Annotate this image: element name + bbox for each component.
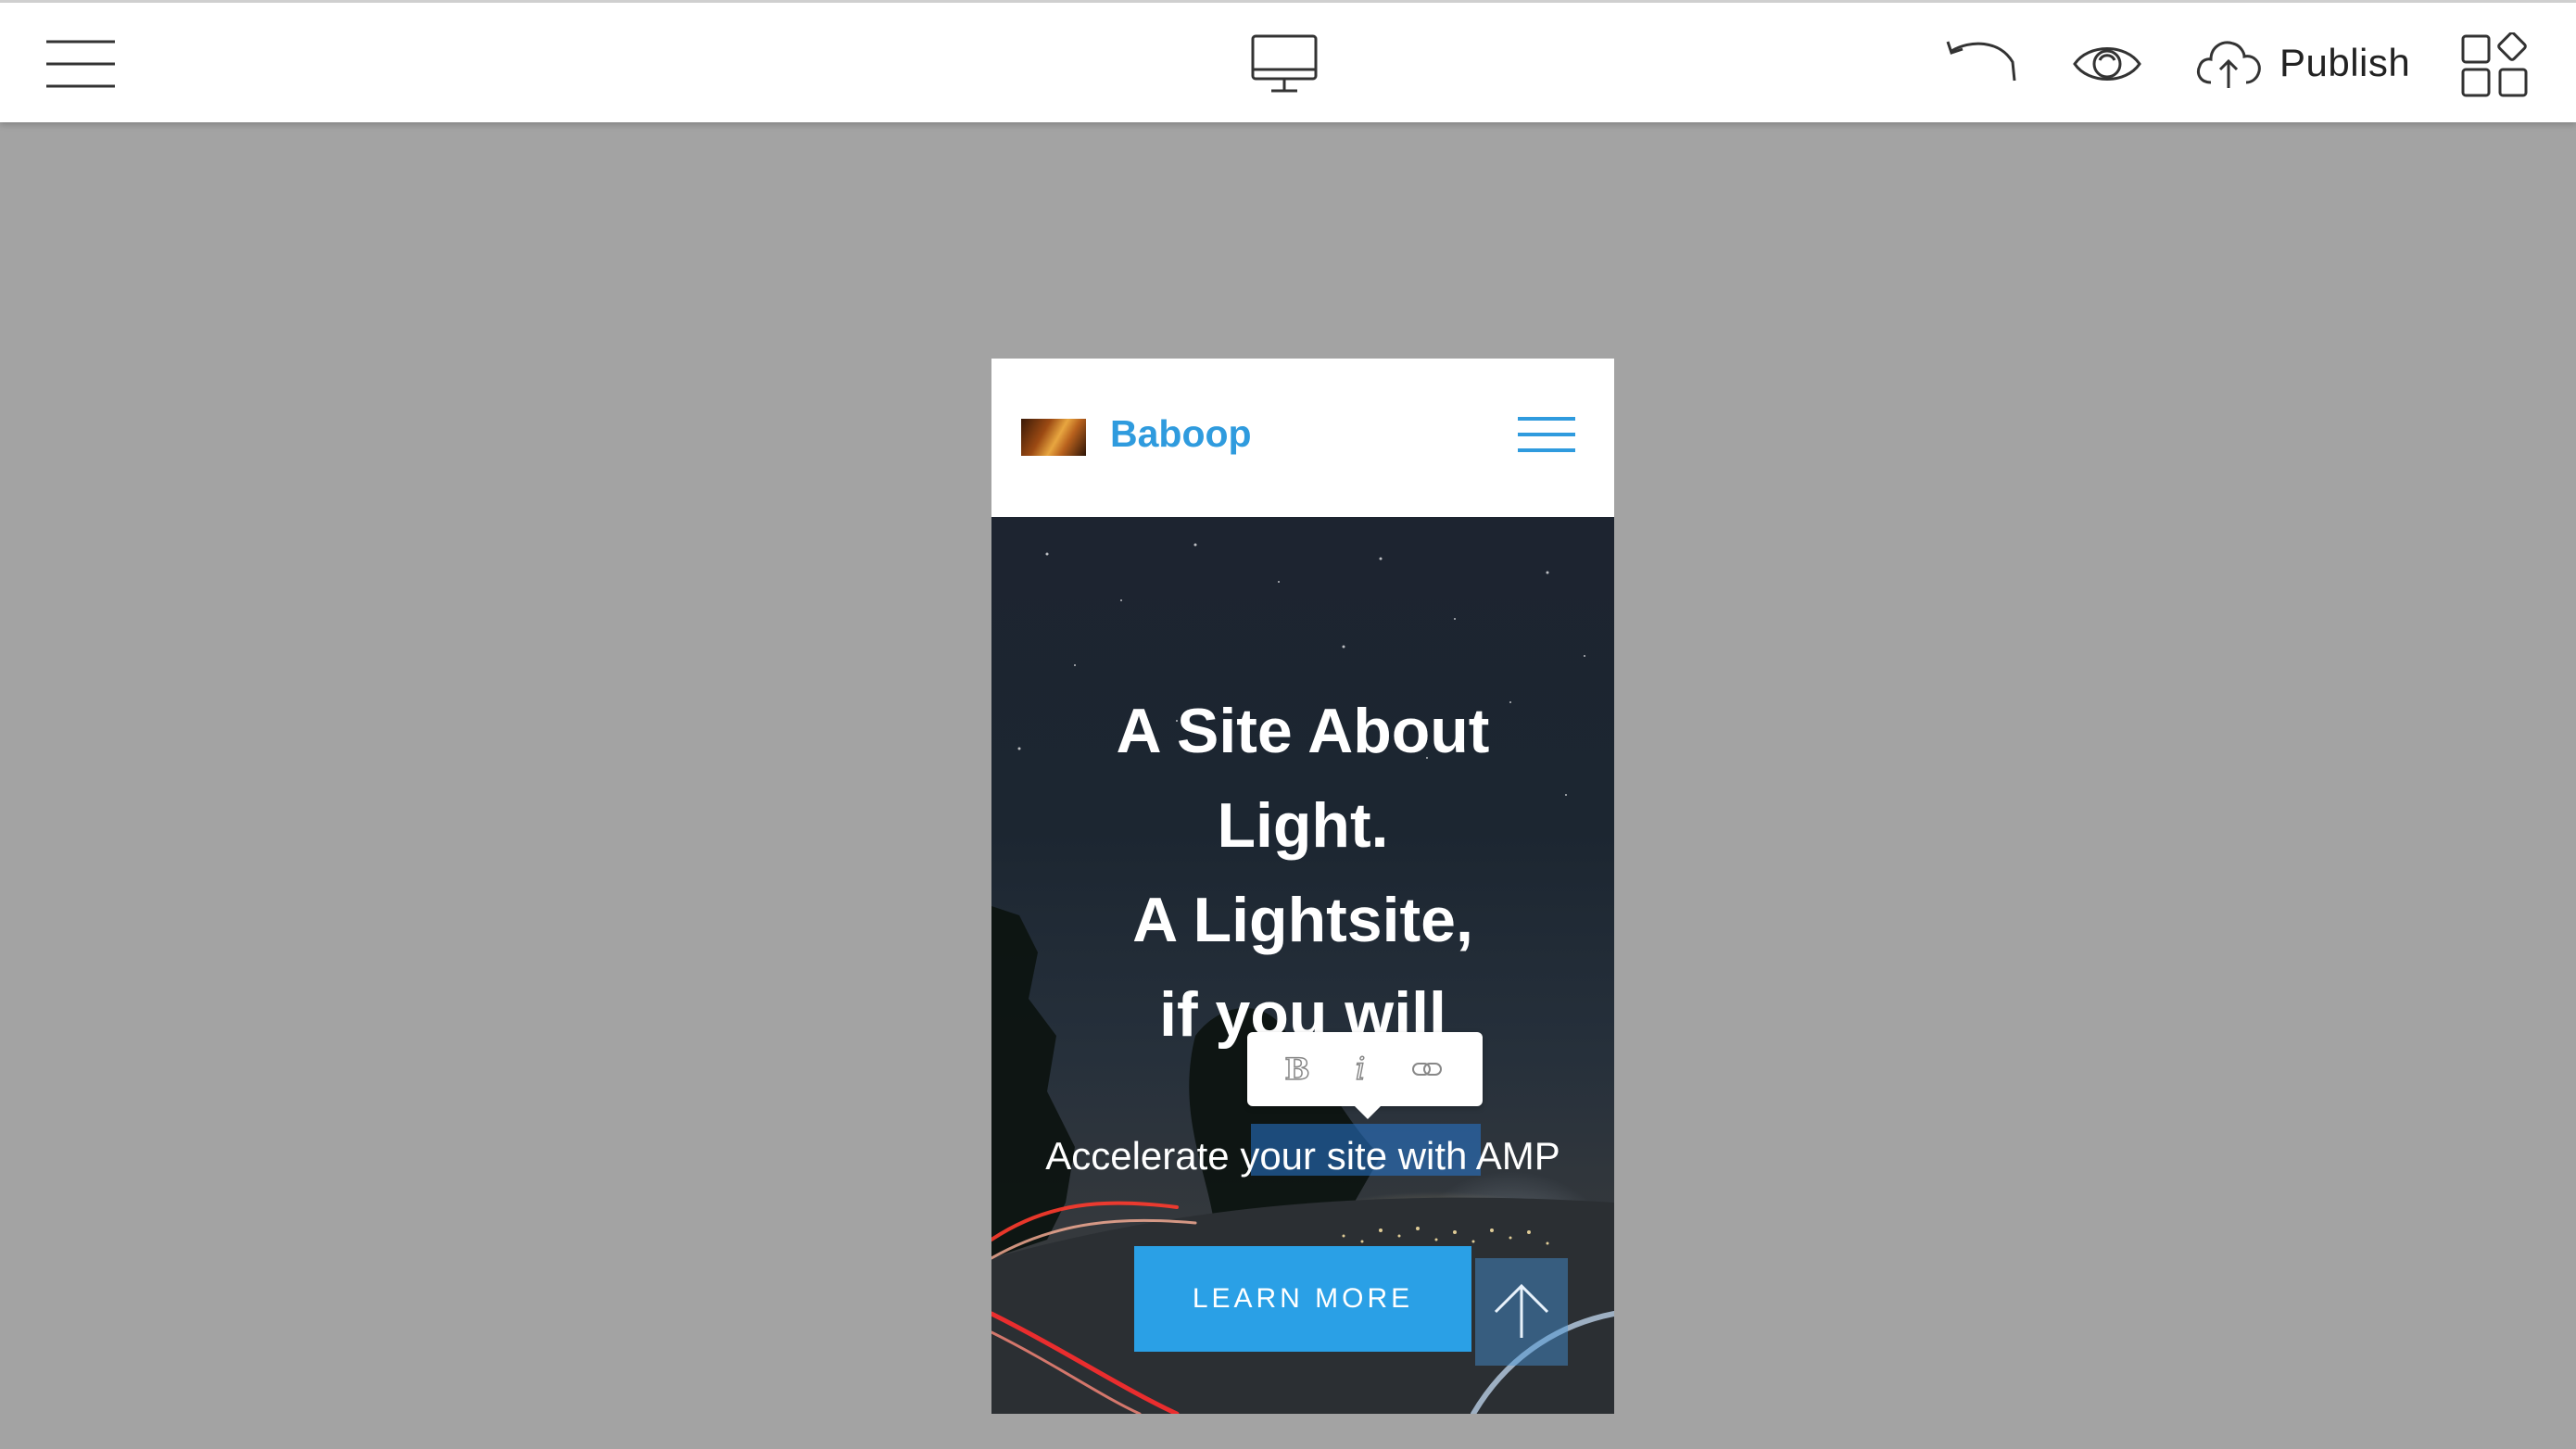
- mobile-preview: Baboop A Site About Light. A Lightsite, …: [991, 359, 1614, 1414]
- hero-title[interactable]: A Site About Light. A Lightsite, if you …: [991, 684, 1614, 1062]
- desktop-monitor-icon[interactable]: [1251, 34, 1318, 95]
- site-logo[interactable]: [1021, 419, 1086, 456]
- hero-title-line: A Lightsite,: [1132, 885, 1473, 955]
- blocks-grid-icon[interactable]: [2461, 32, 2530, 99]
- eye-icon[interactable]: [2072, 40, 2142, 88]
- text-format-toolbar: B i: [1247, 1032, 1483, 1119]
- hero-subtitle[interactable]: Accelerate your site with AMP: [991, 1134, 1614, 1178]
- editor-toolbar: Publish: [0, 0, 2576, 122]
- hamburger-menu-icon[interactable]: [1518, 416, 1575, 458]
- hero-title-line: A Site About: [1116, 696, 1490, 766]
- hero-section: A Site About Light. A Lightsite, if you …: [991, 517, 1614, 1414]
- italic-button[interactable]: i: [1340, 1049, 1381, 1090]
- hamburger-menu-icon[interactable]: [46, 38, 115, 90]
- bold-button[interactable]: B: [1277, 1049, 1318, 1090]
- undo-icon[interactable]: [1944, 38, 2018, 86]
- cloud-upload-icon: [2194, 36, 2263, 90]
- publish-button[interactable]: Publish: [2194, 36, 2410, 90]
- site-brand[interactable]: Baboop: [1110, 412, 1252, 456]
- learn-more-button[interactable]: LEARN MORE: [1134, 1246, 1471, 1352]
- site-navbar: Baboop: [991, 359, 1614, 517]
- hero-title-line: Light.: [1217, 790, 1389, 861]
- arrow-up-icon: [1494, 1283, 1549, 1338]
- publish-label: Publish: [2279, 41, 2411, 84]
- link-icon[interactable]: [1407, 1049, 1447, 1090]
- scroll-to-top-button[interactable]: [1475, 1258, 1568, 1366]
